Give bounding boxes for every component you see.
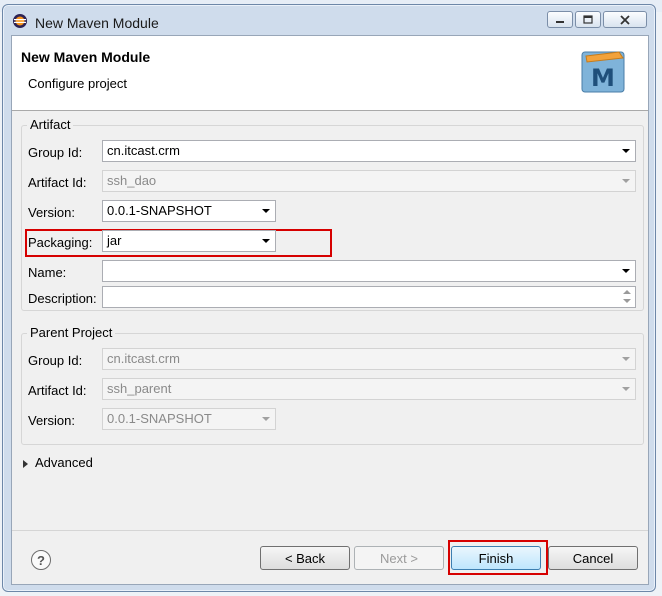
maven-logo-icon: M: [581, 51, 625, 93]
version-value: 0.0.1-SNAPSHOT: [107, 203, 212, 218]
help-button[interactable]: ?: [31, 550, 51, 570]
scroll-up-icon[interactable]: [623, 290, 631, 294]
next-button: Next >: [354, 546, 444, 570]
finish-button[interactable]: Finish: [451, 546, 541, 570]
artifact-id-value: ssh_dao: [107, 173, 157, 188]
parent-version-value: 0.0.1-SNAPSHOT: [107, 411, 212, 426]
minimize-button[interactable]: [547, 11, 573, 28]
artifact-id-label: Artifact Id:: [28, 175, 87, 190]
advanced-label: Advanced: [35, 455, 93, 470]
scroll-down-icon[interactable]: [623, 299, 631, 303]
artifact-id-combo: ssh_dao: [102, 170, 636, 192]
minimize-icon: [556, 20, 564, 23]
artifact-id-dropdown-icon: [622, 179, 630, 183]
advanced-toggle[interactable]: Advanced: [23, 455, 93, 470]
group-id-value: cn.itcast.crm: [107, 143, 180, 158]
packaging-value: jar: [107, 233, 122, 248]
packaging-label: Packaging:: [28, 235, 93, 250]
parent-version-dropdown-icon: [262, 417, 270, 421]
window-title: New Maven Module: [35, 15, 159, 31]
title-bar[interactable]: New Maven Module: [3, 5, 655, 35]
maven-logo-letter: M: [591, 64, 615, 92]
parent-artifact-id-combo: ssh_parent: [102, 378, 636, 400]
version-label: Version:: [28, 205, 75, 220]
expand-arrow-icon: [23, 459, 28, 468]
parent-section-label: Parent Project: [27, 325, 116, 340]
parent-group-id-value: cn.itcast.crm: [107, 351, 180, 366]
parent-artifact-id-dropdown-icon: [622, 387, 630, 391]
parent-version-combo: 0.0.1-SNAPSHOT: [102, 408, 276, 430]
maximize-button[interactable]: [575, 11, 601, 28]
parent-group-id-combo: cn.itcast.crm: [102, 348, 636, 370]
group-id-label: Group Id:: [28, 145, 83, 160]
maven-module-dialog: New Maven Module New Maven Module Config…: [2, 4, 656, 592]
version-dropdown-icon[interactable]: [262, 209, 270, 213]
wizard-header: New Maven Module Configure project M: [12, 36, 648, 111]
maximize-icon: [583, 15, 593, 24]
back-button[interactable]: < Back: [260, 546, 350, 570]
packaging-combo[interactable]: jar: [102, 230, 276, 252]
parent-group-id-label: Group Id:: [28, 353, 83, 368]
page-subtitle: Configure project: [28, 76, 127, 91]
version-combo[interactable]: 0.0.1-SNAPSHOT: [102, 200, 276, 222]
description-scrollbar[interactable]: [620, 286, 634, 308]
dialog-content: New Maven Module Configure project M Art…: [11, 35, 649, 585]
parent-artifact-id-label: Artifact Id:: [28, 383, 87, 398]
parent-artifact-id-value: ssh_parent: [107, 381, 172, 396]
parent-version-label: Version:: [28, 413, 75, 428]
name-label: Name:: [28, 265, 67, 280]
group-id-combo[interactable]: cn.itcast.crm: [102, 140, 636, 162]
name-combo[interactable]: [102, 260, 636, 282]
button-bar-separator: [12, 530, 648, 531]
close-icon: [620, 14, 630, 25]
packaging-dropdown-icon[interactable]: [262, 239, 270, 243]
name-dropdown-icon[interactable]: [622, 269, 630, 273]
artifact-section-label: Artifact: [27, 117, 74, 132]
close-button[interactable]: [603, 11, 647, 28]
page-title: New Maven Module: [21, 49, 151, 65]
cancel-button[interactable]: Cancel: [548, 546, 638, 570]
group-id-dropdown-icon[interactable]: [622, 149, 630, 153]
description-textarea[interactable]: [102, 286, 636, 308]
eclipse-icon: [13, 14, 27, 28]
description-label: Description:: [28, 291, 97, 306]
parent-group-id-dropdown-icon: [622, 357, 630, 361]
